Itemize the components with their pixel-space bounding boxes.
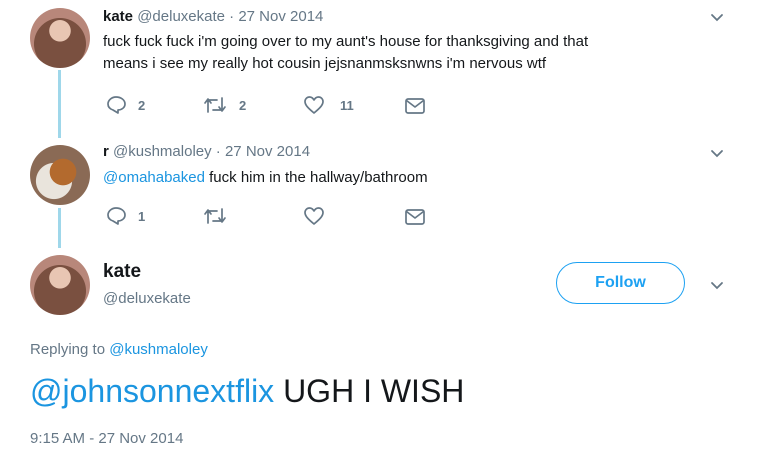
like-icon [304, 207, 324, 225]
main-tweet-text: @johnsonnextflix UGH I WISH [30, 371, 464, 411]
tweet-text-body: fuck him in the hallway/bathroom [204, 169, 428, 186]
thread-line-2 [58, 208, 61, 248]
separator-dot: · [229, 8, 235, 25]
mention-link[interactable]: @johnsonnextflix [30, 373, 274, 409]
thread-line-1 [58, 70, 61, 138]
message-button[interactable] [404, 208, 426, 226]
avatar[interactable] [30, 255, 90, 315]
retweet-icon [204, 208, 226, 224]
tweet-header: kate @deluxekate · 27 Nov 2014 [103, 8, 323, 25]
reply-count: 2 [138, 97, 146, 113]
message-button[interactable] [404, 97, 426, 115]
avatar[interactable] [30, 8, 90, 68]
tweet-header: r @kushmaloley · 27 Nov 2014 [103, 143, 310, 160]
message-icon [405, 209, 425, 225]
tweet-date[interactable]: 27 Nov 2014 [225, 143, 310, 160]
follow-button[interactable]: Follow [556, 262, 685, 304]
display-name[interactable]: r [103, 143, 109, 160]
tweet-text: @omahabaked fuck him in the hallway/bath… [103, 167, 428, 189]
display-name[interactable]: kate [103, 8, 133, 25]
display-name[interactable]: kate [103, 261, 141, 283]
main-tweet-body: UGH I WISH [274, 373, 465, 409]
reply-button[interactable]: 1 [106, 206, 145, 226]
username[interactable]: @deluxekate [103, 290, 191, 307]
reply-icon [107, 96, 126, 114]
replying-to: Replying to @kushmaloley [30, 341, 208, 358]
username[interactable]: @deluxekate [137, 8, 225, 25]
message-icon [405, 98, 425, 114]
mention-link[interactable]: @omahabaked [103, 169, 205, 186]
replying-to-link[interactable]: @kushmaloley [109, 341, 208, 358]
tweet-timestamp[interactable]: 9:15 AM - 27 Nov 2014 [30, 430, 183, 447]
retweet-count: 2 [239, 97, 247, 113]
retweet-button[interactable]: 2 [203, 95, 246, 115]
reply-icon [107, 207, 126, 225]
retweet-button[interactable] [203, 206, 227, 226]
reply-button[interactable]: 2 [106, 95, 145, 115]
tweet-text: fuck fuck fuck i'm going over to my aunt… [103, 31, 703, 75]
chevron-down-icon[interactable] [710, 13, 724, 23]
like-button[interactable]: 11 [303, 95, 354, 115]
separator-dot: · [215, 143, 221, 160]
like-icon [304, 96, 324, 114]
like-button[interactable] [303, 206, 325, 226]
like-count: 11 [340, 97, 354, 113]
chevron-down-icon[interactable] [710, 149, 724, 159]
chevron-down-icon[interactable] [710, 281, 724, 291]
avatar[interactable] [30, 145, 90, 205]
reply-count: 1 [138, 208, 146, 224]
tweet-text-line: means i see my really hot cousin jejsnan… [103, 55, 547, 72]
replying-to-label: Replying to [30, 341, 110, 358]
retweet-icon [204, 97, 226, 113]
tweet-date[interactable]: 27 Nov 2014 [238, 8, 323, 25]
username[interactable]: @kushmaloley [113, 143, 212, 160]
tweet-text-line: fuck fuck fuck i'm going over to my aunt… [103, 33, 589, 50]
